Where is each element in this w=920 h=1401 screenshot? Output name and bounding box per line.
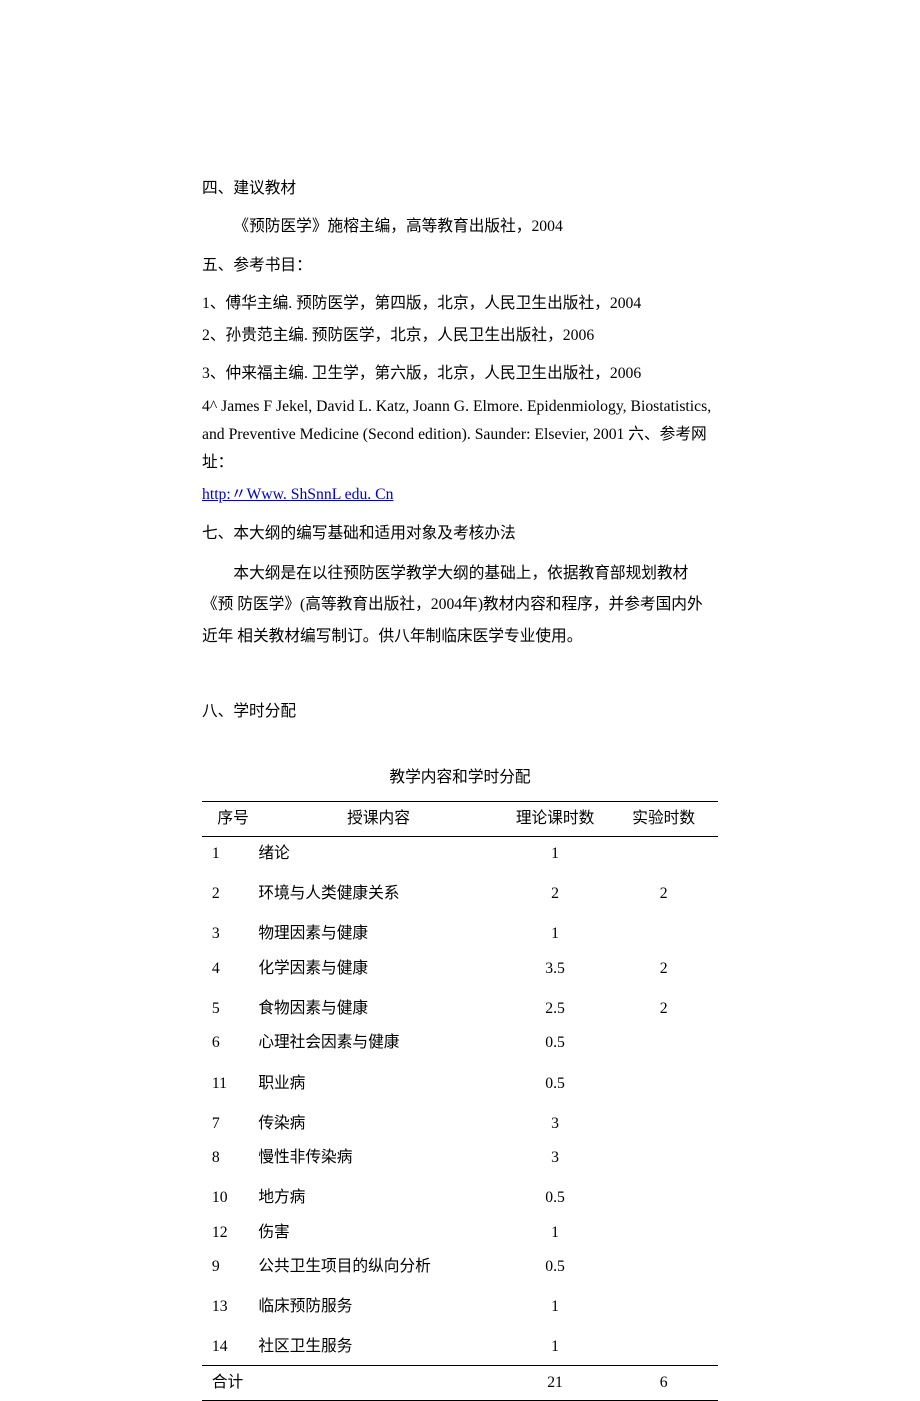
- cell-lab: [609, 1067, 718, 1101]
- cell-lab: [609, 1216, 718, 1250]
- table-title: 教学内容和学时分配: [202, 764, 718, 792]
- cell-topic: 公共卫生项目的纵向分析: [256, 1250, 500, 1284]
- ref-item-4: 4^ James F Jekel, David L. Katz, Joann G…: [202, 393, 718, 478]
- cell-topic: 职业病: [256, 1067, 500, 1101]
- cell-seq: 11: [202, 1067, 256, 1101]
- reference-link[interactable]: http:〃Www. ShSnnL edu. Cn: [202, 486, 393, 503]
- cell-seq: 12: [202, 1216, 256, 1250]
- cell-lab: 2: [609, 992, 718, 1026]
- total-lab: 6: [609, 1365, 718, 1400]
- cell-theory: 0.5: [501, 1250, 610, 1284]
- cell-theory: 0.5: [501, 1067, 610, 1101]
- table-row: 2环境与人类健康关系22: [202, 877, 718, 911]
- ref-item-3: 3、仲来福主编. 卫生学，第六版，北京，人民卫生出版社，2006: [202, 360, 718, 388]
- cell-lab: [609, 1290, 718, 1324]
- cell-lab: 2: [609, 877, 718, 911]
- cell-lab: [609, 1141, 718, 1175]
- cell-theory: 1: [501, 836, 610, 871]
- cell-lab: [609, 1181, 718, 1215]
- total-theory: 21: [501, 1365, 610, 1400]
- table-row: 1绪论1: [202, 836, 718, 871]
- section-five-heading: 五、参考书目：: [202, 252, 718, 280]
- cell-seq: 2: [202, 877, 256, 911]
- cell-topic: 临床预防服务: [256, 1290, 500, 1324]
- ref-item-1: 1、傅华主编. 预防医学，第四版，北京，人民卫生出版社，2004: [202, 290, 718, 318]
- cell-seq: 4: [202, 952, 256, 986]
- th-theory: 理论课时数: [501, 801, 610, 836]
- cell-seq: 3: [202, 917, 256, 951]
- cell-topic: 慢性非传染病: [256, 1141, 500, 1175]
- th-topic: 授课内容: [256, 801, 500, 836]
- cell-theory: 3: [501, 1141, 610, 1175]
- cell-seq: 10: [202, 1181, 256, 1215]
- cell-seq: 5: [202, 992, 256, 1026]
- table-header-row: 序号 授课内容 理论课时数 实验时数: [202, 801, 718, 836]
- table-row: 14社区卫生服务1: [202, 1330, 718, 1365]
- table-row: 5食物因素与健康2.52: [202, 992, 718, 1026]
- table-row: 10地方病0.5: [202, 1181, 718, 1215]
- table-row: 8慢性非传染病3: [202, 1141, 718, 1175]
- table-row: 9公共卫生项目的纵向分析0.5: [202, 1250, 718, 1284]
- cell-topic: 绪论: [256, 836, 500, 871]
- cell-theory: 3.5: [501, 952, 610, 986]
- table-row: 12伤害1: [202, 1216, 718, 1250]
- cell-lab: 2: [609, 952, 718, 986]
- cell-lab: [609, 1107, 718, 1141]
- cell-theory: 1: [501, 917, 610, 951]
- cell-topic: 化学因素与健康: [256, 952, 500, 986]
- ref-item-4-text: 4^ James F Jekel, David L. Katz, Joann G…: [202, 398, 711, 472]
- cell-topic: 环境与人类健康关系: [256, 877, 500, 911]
- cell-theory: 3: [501, 1107, 610, 1141]
- document-page: 四、建议教材 《预防医学》施榕主编，高等教育出版社，2004 五、参考书目： 1…: [0, 0, 920, 1401]
- cell-seq: 6: [202, 1026, 256, 1060]
- section-four-heading: 四、建议教材: [202, 175, 718, 203]
- cell-theory: 0.5: [501, 1181, 610, 1215]
- cell-theory: 2.5: [501, 992, 610, 1026]
- section-eight-heading: 八、学时分配: [202, 698, 718, 726]
- cell-lab: [609, 836, 718, 871]
- cell-seq: 1: [202, 836, 256, 871]
- th-lab: 实验时数: [609, 801, 718, 836]
- cell-topic: 物理因素与健康: [256, 917, 500, 951]
- cell-lab: [609, 1026, 718, 1060]
- table-row: 6心理社会因素与健康0.5: [202, 1026, 718, 1060]
- cell-topic: 社区卫生服务: [256, 1330, 500, 1365]
- cell-lab: [609, 917, 718, 951]
- table-row: 7传染病3: [202, 1107, 718, 1141]
- table-row: 11职业病0.5: [202, 1067, 718, 1101]
- table-row: 4化学因素与健康3.52: [202, 952, 718, 986]
- section-seven-heading: 七、本大纲的编写基础和适用对象及考核办法: [202, 520, 718, 548]
- cell-lab: [609, 1330, 718, 1365]
- cell-seq: 8: [202, 1141, 256, 1175]
- cell-theory: 1: [501, 1216, 610, 1250]
- cell-topic: 食物因素与健康: [256, 992, 500, 1026]
- cell-seq: 14: [202, 1330, 256, 1365]
- table-row: 3物理因素与健康1: [202, 917, 718, 951]
- cell-theory: 0.5: [501, 1026, 610, 1060]
- cell-theory: 2: [501, 877, 610, 911]
- cell-lab: [609, 1250, 718, 1284]
- ref-item-2: 2、孙贵范主编. 预防医学，北京，人民卫生出版社，2006: [202, 322, 718, 350]
- cell-topic: 伤害: [256, 1216, 500, 1250]
- cell-topic: 地方病: [256, 1181, 500, 1215]
- cell-seq: 9: [202, 1250, 256, 1284]
- section-four-body: 《预防医学》施榕主编，高等教育出版社，2004: [202, 213, 718, 241]
- cell-topic: 心理社会因素与健康: [256, 1026, 500, 1060]
- table-total-row: 合计 21 6: [202, 1365, 718, 1400]
- cell-topic: 传染病: [256, 1107, 500, 1141]
- cell-theory: 1: [501, 1330, 610, 1365]
- table-row: 13临床预防服务1: [202, 1290, 718, 1324]
- cell-theory: 1: [501, 1290, 610, 1324]
- section-seven-body: 本大纲是在以往预防医学教学大纲的基础上，依据教育部规划教材《预 防医学》(高等教…: [202, 558, 718, 652]
- hours-table: 序号 授课内容 理论课时数 实验时数 1绪论12环境与人类健康关系223物理因素…: [202, 801, 718, 1401]
- total-label: 合计: [202, 1365, 256, 1400]
- cell-seq: 7: [202, 1107, 256, 1141]
- cell-seq: 13: [202, 1290, 256, 1324]
- th-seq: 序号: [202, 801, 256, 836]
